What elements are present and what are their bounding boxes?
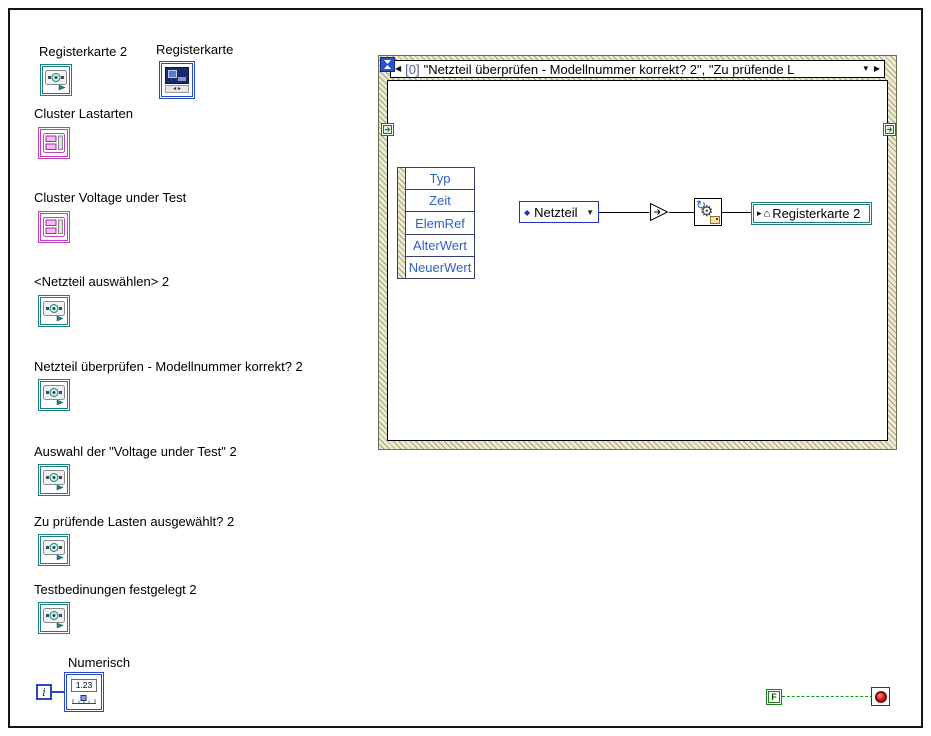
stop-button-icon	[874, 690, 887, 703]
case-dropdown-icon[interactable]: ▼	[862, 65, 870, 73]
event-data-node-handle[interactable]	[398, 168, 406, 278]
dynamic-event-terminal-right[interactable]	[883, 123, 896, 136]
event-data-field[interactable]: ElemRef	[406, 211, 474, 233]
terminal-label: Netzteil überprüfen - Modellnummer korre…	[34, 359, 303, 374]
wire[interactable]	[782, 696, 873, 697]
event-case-index: [0]	[405, 61, 420, 77]
terminal-label: Auswahl der "Voltage under Test" 2	[34, 444, 237, 459]
terminal-label: Registerkarte	[156, 42, 234, 57]
dynamic-event-terminal-left[interactable]	[381, 123, 394, 136]
event-selector-label[interactable]: ◀ [0] "Netzteil überprüfen - Modellnumme…	[390, 60, 885, 78]
wire[interactable]	[599, 212, 649, 213]
wire[interactable]	[52, 691, 64, 693]
tab-control-glyph-icon	[43, 385, 65, 406]
local-variable-label: Registerkarte 2	[772, 206, 861, 221]
numeric-value: 1.23	[71, 678, 97, 692]
event-structure[interactable]: ◀ [0] "Netzteil überprüfen - Modellnumme…	[378, 55, 897, 450]
event-case-title: "Netzteil überprüfen - Modellnummer korr…	[423, 61, 795, 77]
terminal-label: <Netzteil auswählen> 2	[34, 274, 170, 289]
terminal-label: Cluster Voltage under Test	[34, 190, 187, 205]
dropdown-arrow-icon[interactable]: ▼	[586, 208, 594, 217]
tab-control-glyph-icon	[43, 470, 65, 491]
subvi-icon[interactable]: ↻ ⚙	[694, 198, 722, 226]
numeric-indicator-icon[interactable]: 1.23	[64, 672, 104, 712]
tab-page-terminal-icon[interactable]	[38, 602, 70, 634]
prev-case-arrow-icon[interactable]: ◀	[395, 65, 401, 73]
loop-iteration-terminal[interactable]: i	[36, 684, 52, 700]
enum-constant-label: Netzteil	[534, 204, 578, 220]
write-arrow-icon: ▸	[757, 208, 762, 218]
slider-glyph-icon	[72, 694, 96, 704]
tab-control-glyph-icon	[43, 301, 65, 322]
tab-control-glyph-icon	[45, 70, 67, 91]
terminal-label: Cluster Lastarten	[34, 106, 133, 121]
tab-control-terminal-icon[interactable]	[40, 64, 72, 96]
tab-control-glyph-icon	[43, 608, 65, 629]
mini-document-icon	[710, 216, 720, 224]
cluster-glyph-icon	[43, 217, 65, 237]
event-data-field[interactable]: Typ	[406, 168, 474, 189]
event-terminal-glyph-icon	[885, 125, 894, 134]
tab-page-terminal-icon[interactable]	[38, 295, 70, 327]
event-data-field[interactable]: NeuerWert	[406, 255, 474, 278]
stop-button-terminal[interactable]	[871, 687, 890, 706]
next-case-arrow-icon[interactable]: ▶	[874, 65, 880, 73]
wire[interactable]	[722, 212, 751, 213]
terminal-label: Testbedinungen festgelegt 2	[34, 582, 197, 597]
tab-preview-glyph-icon	[165, 67, 189, 84]
event-data-field[interactable]: Zeit	[406, 189, 474, 211]
tab-page-terminal-icon[interactable]	[38, 534, 70, 566]
cluster-glyph-icon	[43, 133, 65, 153]
cluster-terminal-icon[interactable]	[38, 211, 70, 243]
terminal-label: Numerisch	[68, 655, 131, 670]
terminal-label: Zu prüfende Lasten ausgewählt? 2	[34, 514, 235, 529]
enum-glyph-icon: ◆	[524, 207, 531, 217]
conversion-node[interactable]	[649, 202, 669, 222]
tab-control-constant-icon[interactable]: ◂ ▸	[159, 61, 195, 99]
event-data-field[interactable]: AlterWert	[406, 233, 474, 256]
event-data-node[interactable]: Typ Zeit ElemRef AlterWert NeuerWert	[397, 167, 475, 279]
timeout-terminal-icon[interactable]	[380, 57, 395, 72]
wire[interactable]	[669, 212, 694, 213]
hourglass-icon	[384, 60, 391, 69]
local-variable-icon: ⌂	[763, 207, 771, 220]
event-terminal-glyph-icon	[383, 125, 392, 134]
tab-arrows-glyph-icon: ◂ ▸	[165, 85, 189, 93]
terminal-label: Registerkarte 2	[39, 44, 128, 59]
tab-page-terminal-icon[interactable]	[38, 464, 70, 496]
tab-control-glyph-icon	[43, 540, 65, 561]
local-variable-registerkarte-2[interactable]: ▸ ⌂ Registerkarte 2	[751, 202, 872, 225]
enum-constant[interactable]: ◆ Netzteil ▼	[519, 201, 599, 223]
tab-page-terminal-icon[interactable]	[38, 379, 70, 411]
boolean-false-constant[interactable]: F	[766, 689, 782, 705]
cluster-terminal-icon[interactable]	[38, 127, 70, 159]
